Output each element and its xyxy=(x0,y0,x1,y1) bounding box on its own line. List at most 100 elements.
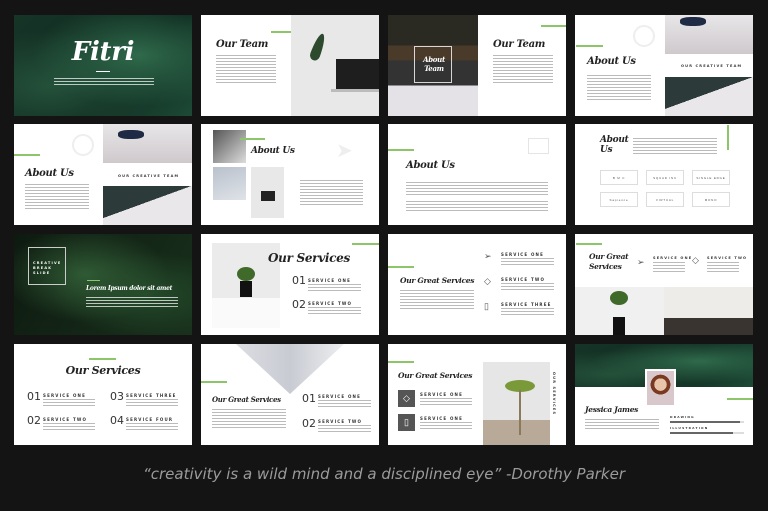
book-icon: ▯ xyxy=(484,301,489,311)
photo-meeting-room xyxy=(664,287,753,335)
slide-about-us-logos[interactable]: About Us B M C SQUAD INC SINGLE EDGE Sapi… xyxy=(575,124,753,225)
avatar xyxy=(645,369,676,407)
body-text xyxy=(54,78,154,85)
slide-title: About Us xyxy=(25,168,74,179)
service-label: SERVICE THREE xyxy=(126,393,177,398)
slide-title: Our Great Services xyxy=(398,371,473,380)
accent-bar xyxy=(576,45,603,47)
client-logo: B M C xyxy=(600,170,638,185)
body-text xyxy=(318,425,371,433)
body-text xyxy=(43,423,95,431)
photo-leaf-laptop xyxy=(251,167,284,218)
slide-cover[interactable]: Fitri xyxy=(14,15,192,116)
body-text xyxy=(400,290,474,310)
body-text xyxy=(308,307,361,315)
service-label: SERVICE FOUR xyxy=(126,417,174,422)
service-label: SERVICE ONE xyxy=(308,278,352,283)
service-number: 04 xyxy=(110,414,124,427)
client-logo: MONO xyxy=(692,192,730,207)
slide-about-us-1[interactable]: About Us OUR CREATIVE TEAM xyxy=(575,15,753,116)
accent-bar xyxy=(201,381,227,383)
divider xyxy=(96,71,110,72)
cover-title: Fitri xyxy=(71,37,135,67)
slide-great-services-4[interactable]: Our Great Services ◇ SERVICE ONE ▯ SERVI… xyxy=(388,344,566,445)
body-text xyxy=(406,201,548,211)
tagline: OUR CREATIVE TEAM xyxy=(681,64,743,68)
slide-services-1[interactable]: Our Services 01 SERVICE ONE 02 SERVICE T… xyxy=(201,234,379,335)
body-text xyxy=(300,180,363,205)
skill-label: ILLUSTRATION xyxy=(670,426,709,430)
body-text xyxy=(86,297,178,309)
accent-bar xyxy=(388,361,414,363)
service-label: SERVICE TWO xyxy=(501,277,546,282)
body-text xyxy=(25,184,89,209)
accent-bar xyxy=(87,280,100,281)
tagline: OUR CREATIVE TEAM xyxy=(118,174,180,178)
slide-about-us-3[interactable]: About Us ➤ xyxy=(201,124,379,225)
service-number: 03 xyxy=(110,390,124,403)
body-text xyxy=(585,419,659,431)
slide-profile[interactable]: Jessica James DRAWING ILLUSTRATION xyxy=(575,344,753,445)
body-text xyxy=(501,258,554,266)
title-line: Services xyxy=(589,262,622,271)
accent-bar xyxy=(388,266,414,268)
body-text xyxy=(587,75,651,100)
book-icon: ▯ xyxy=(398,414,415,431)
gear-icon xyxy=(633,25,655,47)
photo-workspace xyxy=(103,186,192,225)
client-logo: VIRTUAL xyxy=(646,192,684,207)
photo-bonsai xyxy=(575,287,664,335)
accent-bar xyxy=(576,243,602,245)
service-label: SERVICE TWO xyxy=(308,301,353,306)
service-label: SERVICE TWO xyxy=(707,256,748,260)
service-label: SERVICE THREE xyxy=(501,302,552,307)
body-text xyxy=(707,262,739,273)
break-box: CREATIVE BREAK SLIDE xyxy=(28,247,66,285)
body-text xyxy=(633,138,717,155)
body-text xyxy=(308,284,361,292)
slide-great-services-2[interactable]: Our Great Services ➢ SERVICE ONE ◇ SERVIC… xyxy=(575,234,753,335)
overlay-box: About Team xyxy=(414,46,452,83)
slide-title: Our Services xyxy=(268,251,350,265)
service-label: SERVICE TWO xyxy=(318,419,363,424)
service-number: 01 xyxy=(302,392,316,405)
body-text xyxy=(420,422,472,430)
body-text xyxy=(212,409,286,429)
slide-title: Our Great Services xyxy=(212,395,281,404)
slide-about-us-4[interactable]: About Us xyxy=(388,124,566,225)
slide-title: Our Team xyxy=(493,39,546,50)
body-text xyxy=(493,55,553,85)
service-label: SERVICE TWO xyxy=(43,417,88,422)
title-line: Us xyxy=(600,145,613,155)
body-text xyxy=(501,308,554,316)
slide-title: About Us xyxy=(406,160,455,171)
slide-our-team[interactable]: Our Team xyxy=(201,15,379,116)
skill-bar-drawing xyxy=(670,421,744,423)
body-text xyxy=(216,55,276,85)
slide-creative-break[interactable]: CREATIVE BREAK SLIDE Lorem Ipsum dolor s… xyxy=(14,234,192,335)
skill-label: DRAWING xyxy=(670,415,695,419)
slide-title: Our Team xyxy=(216,39,269,50)
body-text xyxy=(126,399,178,407)
paper-plane-icon: ➢ xyxy=(637,257,645,267)
slide-about-us-2[interactable]: About Us OUR CREATIVE TEAM xyxy=(14,124,192,225)
service-label: SERVICE ONE xyxy=(653,256,693,260)
slide-great-services-3[interactable]: Our Great Services 01 SERVICE ONE 02 SER… xyxy=(201,344,379,445)
photo-leaf-laptop xyxy=(291,15,379,116)
client-logo: Sapience xyxy=(600,192,638,207)
slide-title: Our Great Services xyxy=(400,276,475,285)
service-label: SERVICE ONE xyxy=(420,416,464,421)
slide-our-team-photo[interactable]: About Team Our Team xyxy=(388,15,566,116)
diamond-icon: ◇ xyxy=(398,390,415,407)
briefcase-icon xyxy=(528,138,549,154)
slide-title: About Us xyxy=(600,135,629,155)
photo-art-wall xyxy=(236,344,344,394)
photo-tree xyxy=(483,362,550,445)
slide-title: Our Great Services xyxy=(589,252,629,272)
slide-title: About Us xyxy=(587,56,636,67)
slide-great-services-1[interactable]: Our Great Services ➢ SERVICE ONE ◇ SERVI… xyxy=(388,234,566,335)
accent-bar xyxy=(352,243,379,245)
body-text xyxy=(406,182,548,195)
skill-bar-illustration xyxy=(670,432,744,434)
slide-services-2[interactable]: Our Services 01 SERVICE ONE 02 SERVICE T… xyxy=(14,344,192,445)
